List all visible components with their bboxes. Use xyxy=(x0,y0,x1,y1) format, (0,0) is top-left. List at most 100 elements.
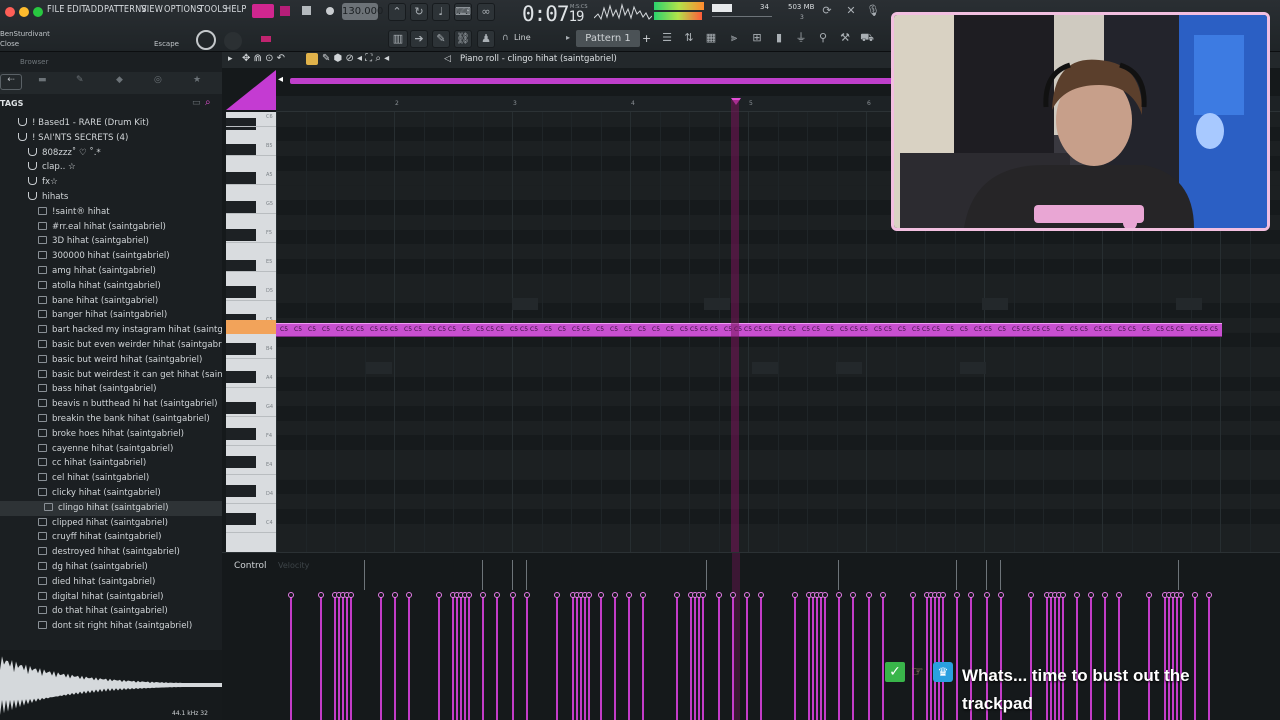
velocity-handle[interactable] xyxy=(940,592,946,598)
velocity-handle[interactable] xyxy=(744,592,750,598)
velocity-handle[interactable] xyxy=(716,592,722,598)
black-key[interactable] xyxy=(226,428,256,440)
velocity-bar[interactable] xyxy=(732,596,734,720)
list-item[interactable]: bane hihat (saintgabriel) xyxy=(0,294,222,309)
velocity-handle[interactable] xyxy=(288,592,294,598)
refresh-icon[interactable]: ⟳ xyxy=(818,3,836,21)
velocity-bar[interactable] xyxy=(690,596,692,720)
velocity-handle[interactable] xyxy=(836,592,842,598)
note[interactable]: C5 xyxy=(912,326,920,333)
close-window-icon[interactable] xyxy=(5,7,15,17)
velocity-handle[interactable] xyxy=(466,592,472,598)
velocity-handle[interactable] xyxy=(758,592,764,598)
note[interactable]: C5 xyxy=(700,326,708,333)
note[interactable]: C5 xyxy=(294,326,302,333)
draw-tool-icon[interactable] xyxy=(306,53,318,65)
velocity-bar[interactable] xyxy=(572,596,574,720)
scroll-left-icon[interactable]: ◂ xyxy=(278,74,290,86)
note[interactable]: C5 xyxy=(520,326,528,333)
wrench-icon[interactable]: ⚒ xyxy=(836,30,854,48)
list-item[interactable]: digital hihat (saintgabriel) xyxy=(0,590,222,605)
plugin-picker-icon[interactable]: ⊞ xyxy=(748,30,766,48)
list-item[interactable]: broke hoes hihat (saintgabriel) xyxy=(0,427,222,442)
velocity-bar[interactable] xyxy=(702,596,704,720)
velocity-bar[interactable] xyxy=(452,596,454,720)
note[interactable]: C5 xyxy=(322,326,330,333)
velocity-bar[interactable] xyxy=(676,596,678,720)
black-key[interactable] xyxy=(226,456,256,468)
velocity-bar[interactable] xyxy=(694,596,696,720)
velocity-bar[interactable] xyxy=(820,596,822,720)
velocity-bar[interactable] xyxy=(456,596,458,720)
note[interactable]: C5 xyxy=(1156,326,1164,333)
velocity-bar[interactable] xyxy=(346,596,348,720)
note[interactable]: C5 xyxy=(1210,326,1218,333)
step-edit-icon[interactable]: ♩ xyxy=(432,3,450,21)
control-parameter[interactable]: Velocity xyxy=(278,561,309,570)
list-item[interactable]: amg hihat (saintgabriel) xyxy=(0,264,222,279)
velocity-bar[interactable] xyxy=(588,596,590,720)
list-item[interactable]: beavis n butthead hi hat (saintgabriel) xyxy=(0,397,222,412)
velocity-handle[interactable] xyxy=(494,592,500,598)
velocity-handle[interactable] xyxy=(700,592,706,598)
list-item[interactable]: atolla hihat (saintgabriel) xyxy=(0,279,222,294)
velocity-handle[interactable] xyxy=(1074,592,1080,598)
velocity-bar[interactable] xyxy=(882,596,884,720)
menu-tools[interactable]: TOOLS xyxy=(199,4,228,15)
velocity-bar[interactable] xyxy=(334,596,336,720)
velocity-handle[interactable] xyxy=(866,592,872,598)
cart-icon[interactable]: ⛟ xyxy=(858,30,876,48)
pattern-song-toggle[interactable] xyxy=(252,4,274,18)
note[interactable]: C5 xyxy=(680,326,688,333)
velocity-bar[interactable] xyxy=(394,596,396,720)
note[interactable]: C5 xyxy=(710,326,718,333)
velocity-handle[interactable] xyxy=(318,592,324,598)
playlist-icon[interactable]: ☰ xyxy=(658,30,676,48)
note[interactable]: C5 xyxy=(476,326,484,333)
velocity-handle[interactable] xyxy=(586,592,592,598)
note[interactable]: C5 xyxy=(1128,326,1136,333)
velocity-bar[interactable] xyxy=(438,596,440,720)
velocity-bar[interactable] xyxy=(816,596,818,720)
plug-icon[interactable]: ⏚ xyxy=(792,30,810,48)
velocity-handle[interactable] xyxy=(348,592,354,598)
note[interactable]: C5 xyxy=(960,326,968,333)
menu-help[interactable]: HELP xyxy=(225,4,247,15)
list-item[interactable]: bart hacked my instagram hihat (saintgab… xyxy=(0,323,222,338)
note[interactable]: C5 xyxy=(1056,326,1064,333)
list-item[interactable]: hihats xyxy=(0,190,222,205)
list-item[interactable]: basic but even weirder hihat (saintgabri… xyxy=(0,338,222,353)
black-key[interactable] xyxy=(226,371,256,383)
velocity-handle[interactable] xyxy=(480,592,486,598)
project-info-icon[interactable]: ▮ xyxy=(770,30,788,48)
velocity-bar[interactable] xyxy=(718,596,720,720)
note[interactable]: C5 xyxy=(496,326,504,333)
menu-file[interactable]: FILE xyxy=(47,4,65,15)
velocity-bar[interactable] xyxy=(580,596,582,720)
velocity-bar[interactable] xyxy=(408,596,410,720)
velocity-handle[interactable] xyxy=(1028,592,1034,598)
tuning-fork-icon[interactable]: ⚲ xyxy=(814,30,832,48)
user-close-link[interactable]: Close xyxy=(0,40,19,48)
pitch-slider[interactable] xyxy=(712,16,772,17)
minimize-window-icon[interactable] xyxy=(19,7,29,17)
note[interactable]: C5 xyxy=(652,326,660,333)
folder-icon[interactable]: ▭ xyxy=(192,98,201,108)
note[interactable]: C5 xyxy=(404,326,412,333)
list-item[interactable]: breakin the bank hihat (saintgabriel) xyxy=(0,412,222,427)
note[interactable]: C5 xyxy=(280,326,288,333)
note[interactable]: C5 xyxy=(666,326,674,333)
note[interactable]: C5 xyxy=(1118,326,1126,333)
note[interactable]: C5 xyxy=(1070,326,1078,333)
channel-rack-icon[interactable]: ▦ xyxy=(702,30,720,48)
note[interactable]: C5 xyxy=(1022,326,1030,333)
folder-tab-icon[interactable]: ▬ xyxy=(38,75,47,85)
browser-all-tab[interactable]: ⇠ xyxy=(0,74,22,90)
piano-roll-menu-icon[interactable]: ▸ xyxy=(228,54,233,64)
note[interactable]: C5 xyxy=(802,326,810,333)
pencil-icon[interactable]: ✎ xyxy=(432,30,450,48)
velocity-bar[interactable] xyxy=(460,596,462,720)
black-key[interactable] xyxy=(226,229,256,241)
velocity-handle[interactable] xyxy=(1116,592,1122,598)
velocity-bar[interactable] xyxy=(342,596,344,720)
